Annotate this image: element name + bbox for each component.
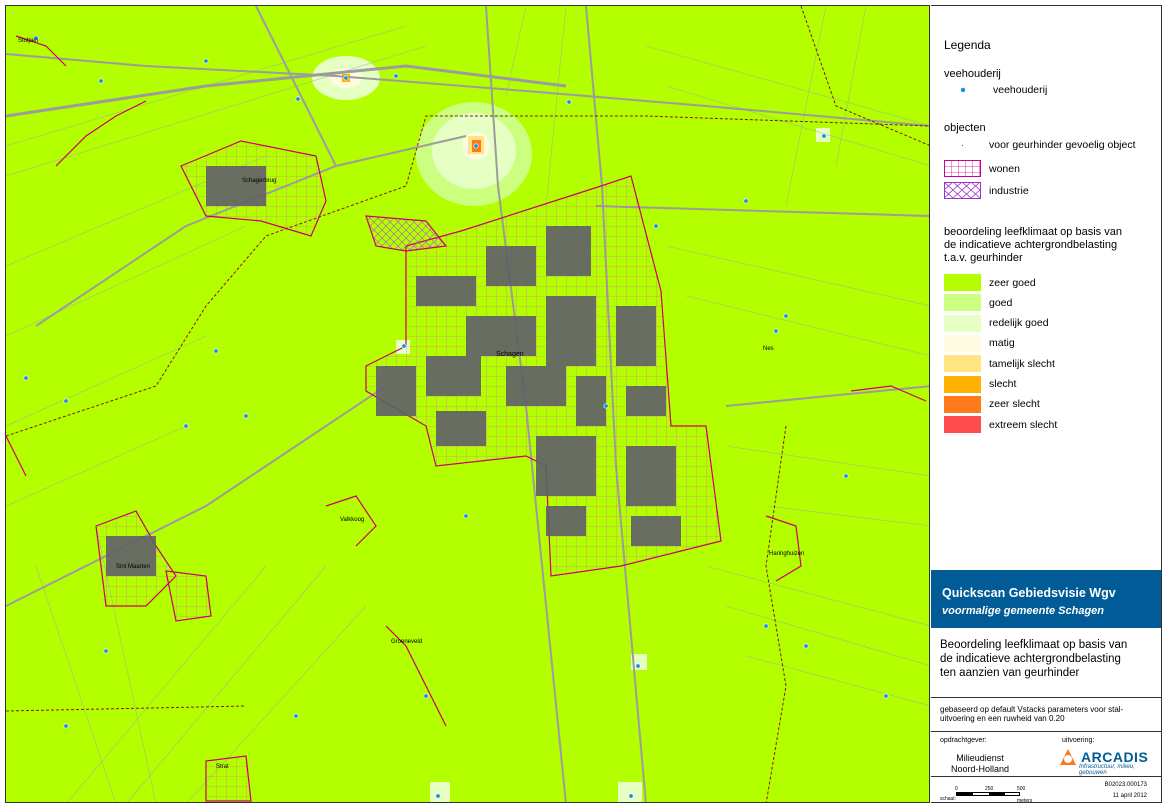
document-date: 11 april 2012 (1112, 793, 1147, 799)
legend-beoordeling-line1: beoordeling leefklimaat op basis van (944, 226, 1122, 238)
cross-hatch-icon (944, 182, 981, 199)
place-sint-maarten: Sint Maarten (116, 564, 151, 570)
legend-class-row: zeer goed (944, 274, 1036, 291)
legend-class-row: matig (944, 334, 1015, 352)
title-block: Quickscan Gebiedsvisie Wgv voormalige ge… (931, 570, 1161, 628)
legend-class-label: zeer slecht (989, 398, 1040, 411)
dot-icon: · (961, 140, 964, 150)
legend-class-swatch (944, 395, 981, 413)
legend-class-swatch (944, 355, 981, 373)
legend-veehouderij-row: veehouderij (944, 84, 1047, 96)
map-title: Quickscan Gebiedsvisie Wgv (942, 586, 1116, 600)
wonen-strat (205, 755, 252, 802)
legend-class-label: matig (989, 337, 1015, 350)
map-subtitle: voormalige gemeente Schagen (942, 605, 1104, 617)
legend-class-swatch (944, 274, 981, 291)
divider (931, 731, 1161, 732)
legend-object-gevoelig: · voor geurhinder gevoelig object (944, 139, 1136, 151)
legend-beoordeling-line2: de indicatieve achtergrondbelasting (944, 239, 1118, 251)
legend-class-swatch (944, 334, 981, 352)
scale-tick-500: 500 (1017, 786, 1026, 792)
place-groeneveld: Groeneveld (391, 639, 423, 645)
legend-panel: Legenda veehouderij veehouderij objecten… (931, 5, 1162, 804)
legend-class-row: slecht (944, 375, 1017, 393)
description-line3: ten aanzien van geurhinder (940, 667, 1080, 679)
executor-label: uitvoering: (1062, 737, 1095, 744)
legend-class-label: slecht (989, 378, 1017, 390)
municipal-boundary-e (765, 425, 787, 802)
legend-class-label: redelijk goed (989, 317, 1049, 330)
description-line1: Beoordeling leefklimaat op basis van (940, 639, 1128, 651)
legend-gevoelig-label: voor geurhinder gevoelig object (989, 139, 1136, 151)
legend-industrie-label: industrie (989, 184, 1029, 197)
municipal-boundary-s (6, 705, 247, 712)
client-line2: Noord-Holland (951, 764, 1010, 774)
legend-class-swatch (944, 375, 981, 393)
note-line2: uitvoering en een ruwheid van 0.20 (940, 714, 1065, 723)
legend-objecten-header: objecten (944, 122, 986, 134)
place-schagerbrug: Schagerbrug (242, 178, 277, 184)
road-southwest (6, 385, 387, 607)
description-line2: de indicatieve achtergrondbelasting (940, 653, 1121, 665)
legend-class-label: zeer goed (989, 276, 1036, 289)
place-schagen: Schagen (496, 351, 524, 358)
place-valkkoog: Valkkoog (340, 517, 365, 523)
note-line1: gebaseerd op default Vstacks parameters … (940, 705, 1124, 714)
scale-segment (989, 793, 1005, 795)
legend-object-wonen: wonen (944, 160, 1020, 177)
grid-hatch-icon (944, 160, 981, 177)
legend-beoordeling-header: beoordeling leefklimaat op basis van de … (944, 226, 1122, 265)
legend-veehouderij-label: veehouderij (993, 84, 1048, 96)
divider (931, 697, 1161, 698)
place-haringhuizen: Haringhuizen (769, 551, 805, 557)
legend-class-row: extreem slecht (944, 416, 1058, 434)
legend-wonen-label: wonen (989, 162, 1020, 175)
odor-plume-main (416, 102, 532, 206)
farm-point-icon (944, 86, 981, 94)
legend-class-swatch (944, 416, 981, 434)
industrie-schagen (365, 215, 448, 252)
place-nes: Nes (763, 346, 774, 352)
legend-class-label: goed (989, 296, 1013, 309)
scale-label: schaal: (940, 796, 956, 802)
company-name: ARCADIS (1081, 749, 1149, 765)
client-line1: Milieudienst (956, 753, 1004, 763)
scale-segment (957, 793, 973, 795)
legend-class-swatch (944, 314, 981, 332)
method-note: gebaseerd op default Vstacks parameters … (940, 705, 1156, 723)
client-name: Milieudienst Noord-Holland (951, 753, 1009, 775)
scale-tick-0: 0 (955, 786, 958, 792)
place-stolpen: Stolpen (18, 38, 39, 44)
legend-object-industrie: industrie (944, 182, 1029, 199)
divider (931, 776, 1161, 777)
company-tagline: Infrastructuur, milieu, gebouwen (1079, 764, 1135, 776)
legend-title: Legenda (944, 38, 991, 52)
legend-class-label: extreem slecht (989, 418, 1058, 431)
legend-class-swatch (944, 294, 981, 312)
road-northeast (595, 205, 929, 217)
legend-class-row: goed (944, 294, 1013, 312)
place-strat: Strat (216, 764, 229, 770)
map-canvas[interactable]: Stolpen Schagerbrug Schagen Nes Valkkoog… (5, 5, 930, 803)
legend-class-row: zeer slecht (944, 395, 1040, 413)
client-label: opdrachtgever: (940, 737, 987, 744)
document-number: B02023.000173 (1104, 782, 1147, 788)
legend-class-label: tamelijk slecht (989, 357, 1055, 370)
arcadis-mark-icon (1060, 749, 1076, 765)
legend-beoordeling-line3: t.a.v. geurhinder (944, 252, 1023, 264)
map-description: Beoordeling leefklimaat op basis van de … (940, 638, 1156, 680)
scale-tick-250: 250 (985, 786, 994, 792)
map-drawing (6, 6, 929, 802)
legend-veehouderij-header: veehouderij (944, 68, 1001, 80)
legend-class-row: redelijk goed (944, 314, 1049, 332)
wonen-sint-maarten-2 (165, 570, 212, 622)
scale-unit: meters (1017, 798, 1033, 804)
scale-bar (956, 792, 1020, 796)
legend-class-row: tamelijk slecht (944, 355, 1055, 373)
